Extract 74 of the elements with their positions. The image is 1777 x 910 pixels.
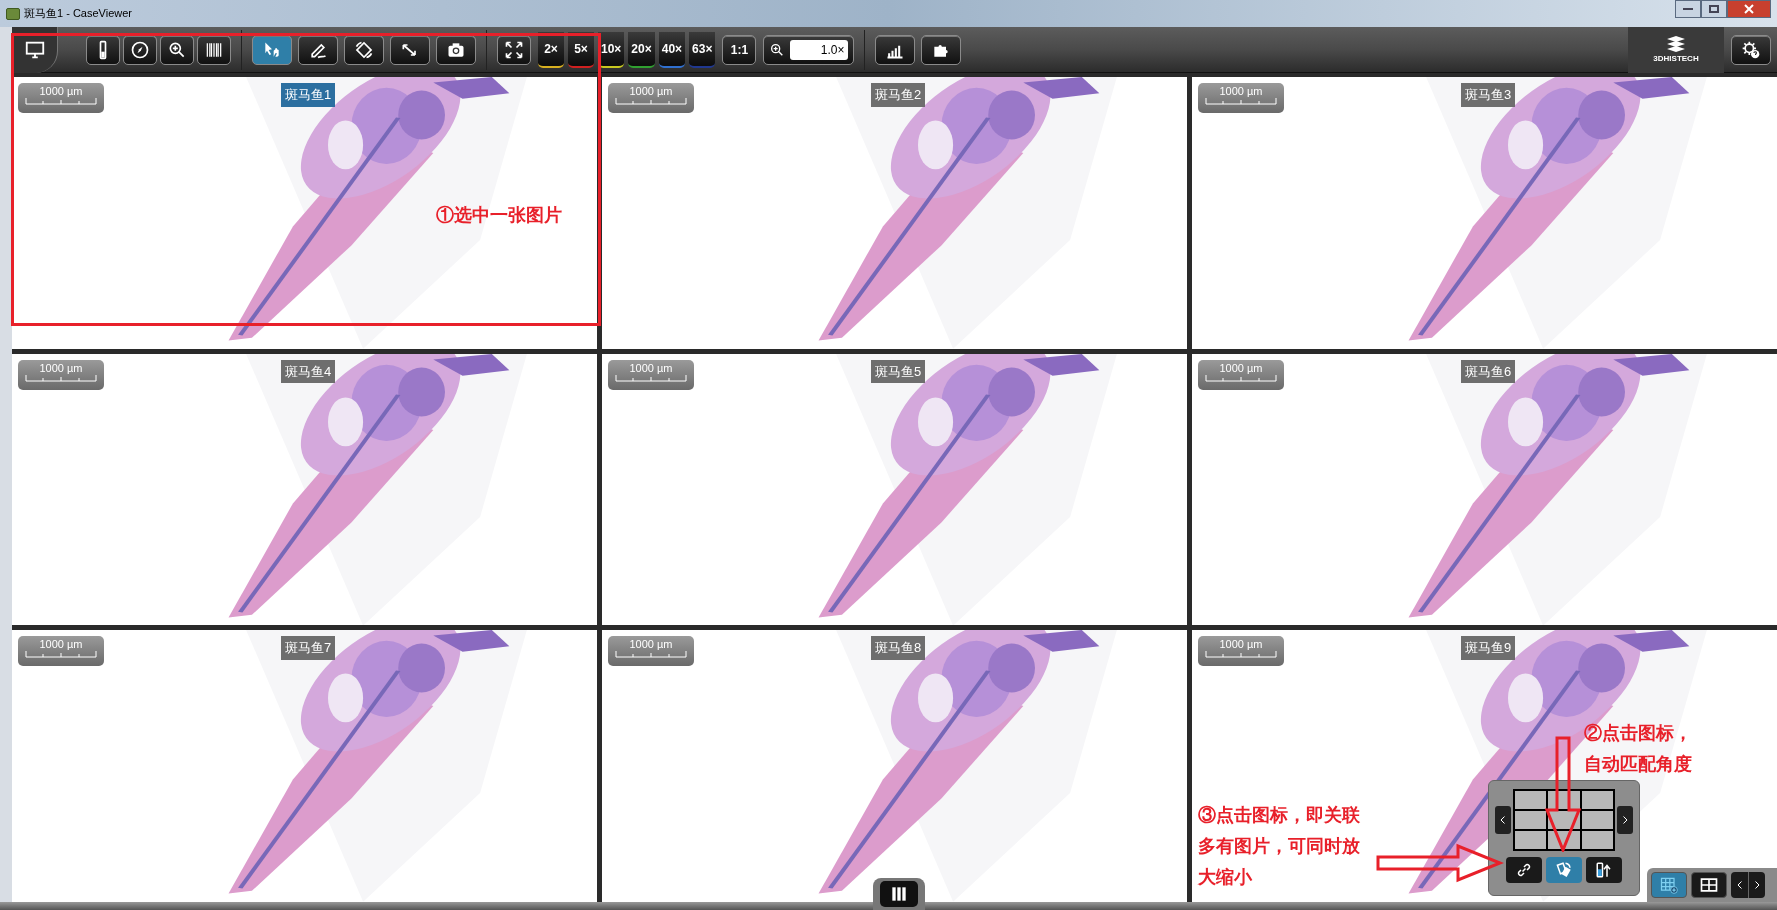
scale-text: 1000 µm [629, 360, 673, 375]
scale-text: 1000 µm [629, 637, 673, 652]
next-button[interactable] [1617, 806, 1633, 834]
scale-text: 1000 µm [629, 84, 673, 98]
maximize-icon [1709, 5, 1719, 13]
columns-icon [889, 884, 909, 904]
scale-text: 1000 µm [39, 360, 83, 375]
ruler-icon [615, 98, 687, 105]
ruler-icon [615, 651, 687, 659]
scale-text: 1000 µm [1219, 360, 1263, 375]
annotation-text: ③点击图标，即关联 多有图片，可同时放 大缩小 [1198, 804, 1360, 889]
slide-label[interactable]: 斑马鱼8 [871, 636, 926, 660]
quad-layout-icon [1699, 875, 1719, 895]
toolbar-button[interactable] [197, 34, 231, 65]
fit-button[interactable] [497, 34, 531, 65]
rotate-sync-icon [1555, 861, 1573, 879]
logo-text: 3DHISTECH [1653, 52, 1699, 65]
slide-label[interactable]: 斑马鱼9 [1461, 636, 1516, 660]
ruler-icon [1205, 98, 1277, 105]
slide-label[interactable]: 斑马鱼4 [281, 359, 336, 384]
slide-label[interactable]: 斑马鱼5 [871, 359, 926, 384]
toolbar-button[interactable] [160, 34, 194, 65]
scale-text: 1000 µm [1219, 84, 1263, 98]
fullscreen-icon [504, 39, 524, 60]
scale-text: 1000 µm [39, 84, 83, 98]
tool-button[interactable] [390, 34, 430, 65]
toolbar-button[interactable] [123, 34, 157, 65]
minimize-icon [1683, 8, 1693, 10]
settings-icon [1741, 39, 1761, 60]
zoom-preset-button[interactable]: 63× [689, 31, 716, 68]
zoom-field[interactable]: 1.0× [790, 39, 849, 60]
zoom-preset-button[interactable]: 40× [658, 31, 686, 68]
histogram-button[interactable] [875, 34, 916, 65]
ruler-icon [1205, 374, 1277, 382]
tool-button[interactable] [344, 34, 384, 65]
grid-add-icon [1659, 875, 1679, 895]
annotation-text: ②点击图标， 自动匹配角度 [1584, 722, 1692, 776]
close-button[interactable] [1727, 0, 1771, 18]
scale-text: 1000 µm [39, 637, 83, 652]
minimize-button[interactable] [1675, 0, 1701, 18]
slide-grid-map[interactable] [1513, 789, 1615, 851]
window-title: 斑马鱼1 - CaseViewer [24, 6, 132, 22]
slide-label[interactable]: 斑马鱼6 [1461, 359, 1516, 384]
app-icon [6, 7, 20, 20]
ruler-icon [1205, 651, 1277, 659]
ruler-icon [615, 374, 687, 382]
tool-button[interactable] [298, 34, 338, 65]
upload-icon [1595, 861, 1613, 879]
slide-label[interactable]: 斑马鱼3 [1461, 83, 1516, 107]
slide-label[interactable]: 斑马鱼2 [871, 83, 926, 107]
toolbar-button[interactable] [86, 34, 120, 65]
ruler-icon [25, 651, 97, 659]
annotation-text: ①选中一张图片 [436, 204, 562, 227]
snapshot-button[interactable] [436, 34, 476, 65]
compass-icon [130, 39, 150, 60]
maximize-button[interactable] [1701, 0, 1727, 18]
sync-button[interactable] [1586, 857, 1622, 883]
one-to-one-button[interactable]: 1:1 [722, 34, 757, 65]
ruler-icon [25, 374, 97, 382]
settings-button[interactable] [1731, 34, 1771, 65]
slide-label[interactable]: 斑马鱼1 [281, 83, 336, 107]
sync-rotation-button[interactable] [1546, 857, 1582, 883]
strip-toggle-button[interactable] [873, 878, 925, 910]
zoom-preset-button[interactable]: 20× [628, 31, 655, 68]
rotate-icon [354, 39, 374, 60]
previous-button[interactable] [1495, 806, 1511, 834]
ruler-icon [25, 98, 97, 105]
slide-label[interactable]: 斑马鱼7 [281, 636, 336, 660]
link-icon [1515, 861, 1533, 879]
layout-button[interactable] [1691, 872, 1727, 898]
plugin-button[interactable] [921, 34, 962, 65]
scale-text: 1000 µm [1219, 637, 1263, 652]
link-button[interactable] [1506, 857, 1542, 883]
close-icon [1744, 4, 1754, 14]
